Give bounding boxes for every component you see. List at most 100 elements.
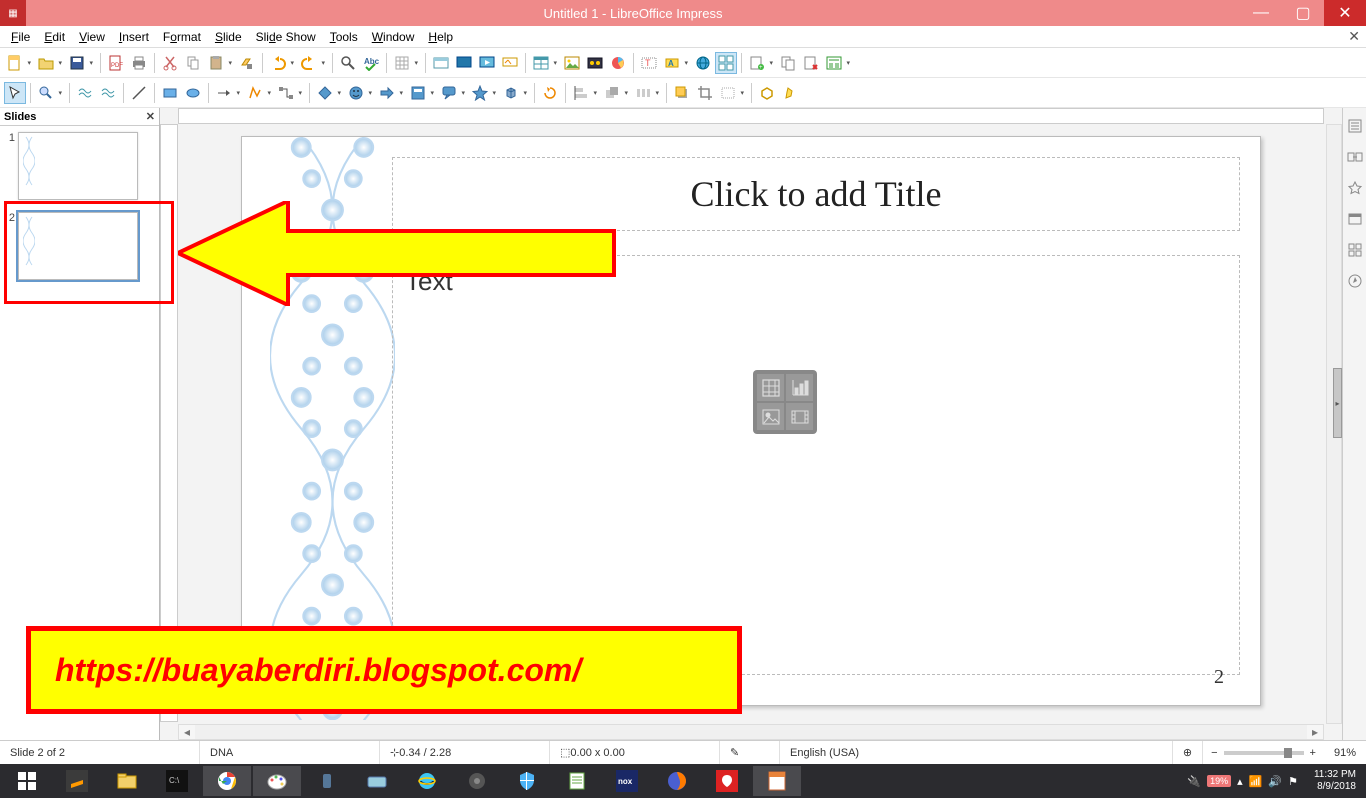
minimize-button[interactable]: — (1240, 0, 1282, 26)
tray-flag-icon[interactable]: ⚑ (1288, 775, 1298, 788)
insert-content-grid[interactable] (753, 370, 817, 434)
print-button[interactable] (128, 52, 150, 74)
copy-button[interactable] (182, 52, 204, 74)
taskbar-impress-icon[interactable] (753, 766, 801, 796)
taskbar-chrome-icon[interactable] (203, 766, 251, 796)
display-grid-button[interactable] (391, 52, 413, 74)
menu-help[interactable]: Help (421, 28, 460, 46)
document-close-button[interactable]: ✕ (1348, 28, 1360, 45)
taskbar-ie-icon[interactable] (403, 766, 451, 796)
taskbar-usb-icon[interactable] (303, 766, 351, 796)
taskbar-notepadpp-icon[interactable] (553, 766, 601, 796)
taskbar-nox-icon[interactable]: nox (603, 766, 651, 796)
presentation-button[interactable] (499, 52, 521, 74)
delete-slide-button[interactable] (800, 52, 822, 74)
flowchart-tool[interactable] (407, 82, 429, 104)
insert-media-button[interactable] (584, 52, 606, 74)
sidebar-gallery-icon[interactable] (1347, 242, 1363, 261)
menu-tools[interactable]: Tools (323, 28, 365, 46)
arrow-line-tool[interactable] (213, 82, 235, 104)
distribute-tool[interactable] (632, 82, 654, 104)
menu-view[interactable]: View (72, 28, 112, 46)
curve-tool[interactable] (244, 82, 266, 104)
align-tool[interactable] (570, 82, 592, 104)
insert-table-button[interactable] (530, 52, 552, 74)
callouts-tool[interactable] (438, 82, 460, 104)
taskbar-cmd-icon[interactable]: C:\ (153, 766, 201, 796)
sidebar-transitions-icon[interactable] (1347, 149, 1363, 168)
spellcheck-button[interactable]: Abc (360, 52, 382, 74)
menu-format[interactable]: Format (156, 28, 208, 46)
insert-textbox-button[interactable]: T (638, 52, 660, 74)
paste-button[interactable] (205, 52, 227, 74)
save-button[interactable] (66, 52, 88, 74)
slide-layout-button[interactable] (823, 52, 845, 74)
slides-panel-close[interactable]: ✕ (146, 110, 155, 123)
connector-tool[interactable] (275, 82, 297, 104)
new-slide-button[interactable]: + (746, 52, 768, 74)
battery-badge[interactable]: 19% (1207, 775, 1231, 787)
slide-thumbnail-1[interactable]: 1 (4, 132, 155, 200)
insert-fontwork-button[interactable]: A (661, 52, 683, 74)
export-pdf-button[interactable]: PDF (105, 52, 127, 74)
zoom-slider[interactable]: −+ (1203, 747, 1324, 759)
sidebar-properties-icon[interactable] (1347, 118, 1363, 137)
status-zoom[interactable]: 91% (1324, 741, 1366, 764)
sidebar-animation-icon[interactable] (1347, 180, 1363, 199)
undo-button[interactable] (267, 52, 289, 74)
new-button[interactable] (4, 52, 26, 74)
wave-line2[interactable] (97, 82, 119, 104)
start-from-current-button[interactable] (476, 52, 498, 74)
taskbar-shield-icon[interactable] (503, 766, 551, 796)
clone-formatting-button[interactable] (236, 52, 258, 74)
rectangle-tool[interactable] (159, 82, 181, 104)
insert-hyperlink-button[interactable] (692, 52, 714, 74)
taskbar-sublime-icon[interactable] (53, 766, 101, 796)
tray-network-icon[interactable]: 📶 (1249, 775, 1263, 788)
content-placeholder[interactable]: Text (392, 255, 1240, 675)
arrange-tool[interactable] (601, 82, 623, 104)
duplicate-slide-button[interactable] (777, 52, 799, 74)
tray-up-icon[interactable]: ▴ (1237, 775, 1243, 788)
tray-power-icon[interactable]: 🔌 (1187, 775, 1201, 788)
open-button[interactable] (35, 52, 57, 74)
stars-tool[interactable] (469, 82, 491, 104)
ellipse-tool[interactable] (182, 82, 204, 104)
symbol-shapes-tool[interactable] (345, 82, 367, 104)
horizontal-scrollbar[interactable]: ◂▸ (178, 724, 1324, 740)
zoom-tool[interactable] (35, 82, 57, 104)
shadow-tool[interactable] (671, 82, 693, 104)
close-button[interactable]: ✕ (1324, 0, 1366, 26)
status-fit-icon[interactable]: ⊕ (1173, 741, 1203, 764)
panel-collapse-right[interactable]: ▸ (1333, 368, 1342, 438)
start-button[interactable] (3, 766, 51, 796)
taskbar-firefox-icon[interactable] (653, 766, 701, 796)
find-button[interactable] (337, 52, 359, 74)
taskbar-explorer-icon[interactable] (103, 766, 151, 796)
maximize-button[interactable]: ▢ (1282, 0, 1324, 26)
menu-insert[interactable]: Insert (112, 28, 156, 46)
extrusion-tool[interactable] (756, 82, 778, 104)
system-clock[interactable]: 11:32 PM 8/9/2018 (1306, 769, 1364, 793)
start-from-first-button[interactable] (453, 52, 475, 74)
taskbar-keyboard-icon[interactable] (353, 766, 401, 796)
system-tray[interactable]: 🔌 19% ▴ 📶 🔊 ⚑ (1179, 775, 1306, 788)
master-slide-button[interactable] (430, 52, 452, 74)
taskbar-garena-icon[interactable] (703, 766, 751, 796)
taskbar-paint-icon[interactable] (253, 766, 301, 796)
select-tool[interactable] (4, 82, 26, 104)
gluepoints-tool[interactable] (779, 82, 801, 104)
taskbar-settings-icon[interactable] (453, 766, 501, 796)
status-language[interactable]: English (USA) (780, 741, 1173, 764)
menu-window[interactable]: Window (365, 28, 422, 46)
tray-volume-icon[interactable]: 🔊 (1268, 775, 1282, 788)
filter-tool[interactable] (717, 82, 739, 104)
slide-thumbnail-2[interactable]: 2 (4, 212, 155, 280)
sidebar-navigator-icon[interactable] (1347, 273, 1363, 292)
line-tool[interactable] (128, 82, 150, 104)
wave-line1[interactable] (74, 82, 96, 104)
cut-button[interactable] (159, 52, 181, 74)
menu-file[interactable]: File (4, 28, 37, 46)
block-arrows-tool[interactable] (376, 82, 398, 104)
display-views-button[interactable] (715, 52, 737, 74)
